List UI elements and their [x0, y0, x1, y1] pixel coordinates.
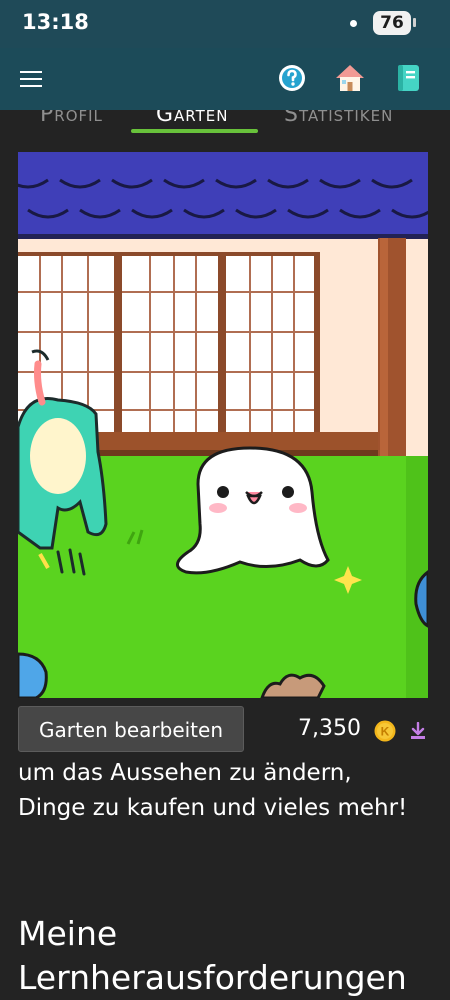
hamburger-menu-icon[interactable] [20, 71, 42, 87]
active-tab-indicator [131, 129, 258, 133]
edit-garden-button[interactable]: Garten bearbeiten [18, 706, 244, 752]
coin-balance: 7,350 [298, 716, 361, 741]
help-icon[interactable] [276, 62, 308, 94]
book-icon[interactable] [392, 62, 424, 94]
battery-tip [413, 18, 416, 27]
coin-letter: K [381, 725, 390, 739]
status-time: 13:18 [22, 10, 89, 34]
garden-illustration [18, 152, 428, 698]
app-bar [0, 48, 450, 110]
section-title: Meine Lernherausforderungen [18, 914, 407, 997]
garden-description: um das Aussehen zu ändern, Dinge zu kauf… [18, 760, 408, 821]
tab-profil[interactable]: Profil [40, 110, 103, 127]
home-icon[interactable] [334, 62, 366, 94]
tab-statistiken[interactable]: Statistiken [284, 110, 393, 127]
tab-garten[interactable]: Garten [156, 110, 229, 127]
battery-icon: 76 [373, 11, 411, 35]
tab-bar: Profil Garten Statistiken [0, 110, 450, 138]
coin-icon: K [374, 720, 396, 742]
status-bar: 13:18 76 [0, 0, 450, 48]
download-icon[interactable] [409, 722, 427, 740]
garden-scene[interactable] [18, 152, 428, 698]
notification-dot-icon [350, 20, 357, 27]
